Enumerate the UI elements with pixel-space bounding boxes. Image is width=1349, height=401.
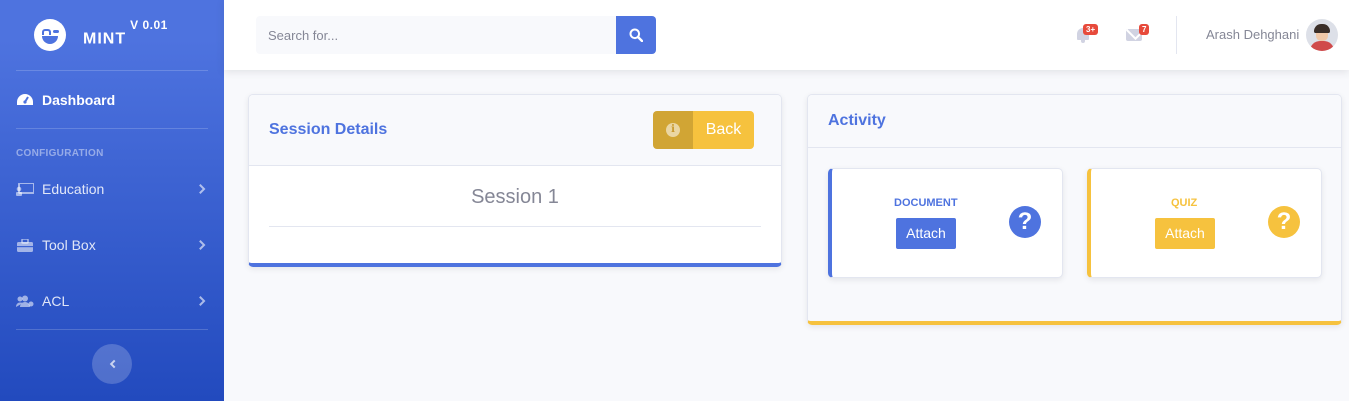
users-cog-icon — [16, 294, 34, 308]
quiz-activity-box: QUIZ Attach ? — [1087, 168, 1322, 278]
search-button[interactable] — [616, 16, 656, 54]
sidebar-item-label: Tool Box — [42, 237, 96, 253]
toolbox-icon — [16, 238, 34, 252]
user-name[interactable]: Arash Dehghani — [1206, 27, 1299, 42]
chevron-right-icon — [195, 296, 206, 306]
alerts-badge: 3+ — [1083, 24, 1099, 35]
attach-quiz-button[interactable]: Attach — [1155, 218, 1215, 249]
session-name: Session 1 — [471, 186, 559, 208]
question-circle-icon: ? — [1009, 206, 1041, 238]
laugh-wink-icon — [34, 19, 66, 51]
sidebar-item-label: Dashboard — [42, 91, 116, 108]
document-activity-box: DOCUMENT Attach ? — [828, 168, 1063, 278]
card-header: Session Details i Back — [249, 95, 781, 166]
messages-badge: 7 — [1139, 24, 1150, 35]
chevron-right-icon — [195, 240, 206, 250]
card-title: Activity — [828, 112, 886, 129]
brand-name: MINTV 0.01 — [83, 17, 168, 48]
back-button[interactable]: i Back — [653, 111, 754, 149]
brand-version: V 0.01 — [130, 17, 168, 32]
messages-button[interactable]: 7 — [1126, 24, 1150, 46]
card-title: Session Details — [269, 121, 388, 138]
sidebar-divider — [16, 329, 208, 330]
info-circle-icon: i — [666, 123, 680, 137]
sidebar-item-label: Education — [42, 181, 105, 197]
sidebar-item-acl[interactable]: ACL — [0, 273, 224, 329]
brand-link[interactable]: MINTV 0.01 — [0, 0, 224, 70]
sidebar-toggle-button[interactable] — [92, 344, 132, 384]
chevron-left-icon — [109, 359, 118, 369]
sidebar-item-toolbox[interactable]: Tool Box — [0, 217, 224, 273]
topbar: 3+ 7 Arash Dehghani — [224, 0, 1349, 70]
chevron-right-icon — [195, 184, 206, 194]
activity-label: DOCUMENT — [894, 197, 958, 209]
sidebar-item-education[interactable]: Education — [0, 161, 224, 217]
search-input[interactable] — [256, 16, 616, 54]
topbar-divider — [1176, 16, 1177, 54]
sidebar-item-label: ACL — [42, 293, 70, 309]
session-details-card: Session Details i Back Session 1 — [248, 94, 782, 267]
sidebar-heading: CONFIGURATION — [16, 148, 104, 159]
divider — [269, 226, 761, 227]
sidebar-item-dashboard[interactable]: Dashboard — [0, 71, 224, 128]
alerts-button[interactable]: 3+ — [1074, 24, 1099, 46]
sidebar: MINTV 0.01 Dashboard CONFIGURATION Educa… — [0, 0, 224, 401]
back-button-label: Back — [705, 121, 742, 138]
question-circle-icon: ? — [1268, 206, 1300, 238]
activity-card: Activity DOCUMENT Attach ? QUIZ Attach ? — [807, 94, 1342, 325]
avatar[interactable] — [1306, 19, 1338, 51]
card-header: Activity — [808, 95, 1341, 148]
attach-document-button[interactable]: Attach — [896, 218, 956, 249]
tachometer-icon — [16, 93, 34, 107]
search-form — [256, 16, 656, 54]
search-icon — [629, 28, 643, 42]
activity-label: QUIZ — [1171, 197, 1198, 209]
chalkboard-icon — [16, 182, 34, 196]
